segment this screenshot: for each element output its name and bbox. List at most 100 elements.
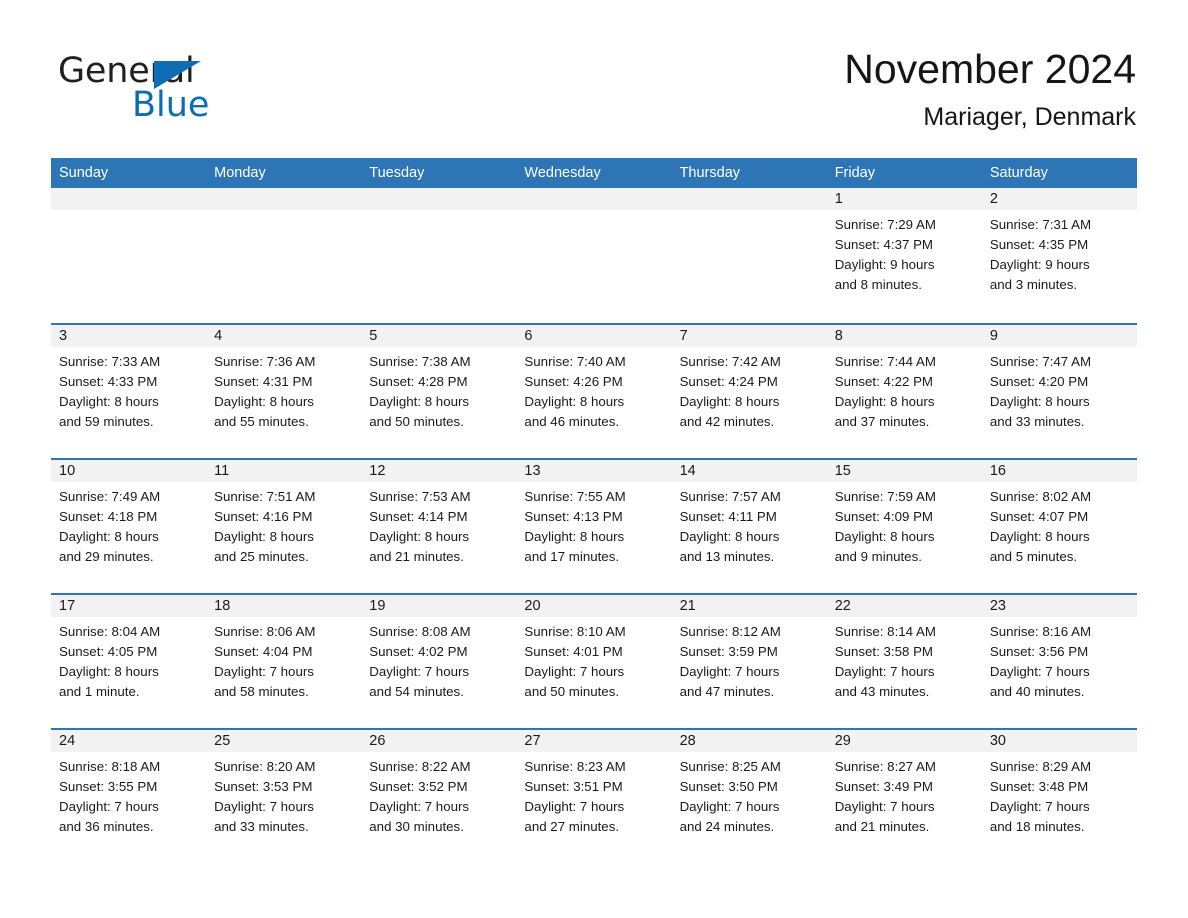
day-number-band: 7 bbox=[671, 325, 827, 347]
day-number: 20 bbox=[524, 598, 541, 614]
day-detail-line: Daylight: 7 hours bbox=[369, 664, 470, 679]
day-cell-20[interactable]: 20 Sunrise: 8:10 AM Sunset: 4:01 PM Dayligh… bbox=[516, 595, 672, 728]
day-detail-line: Sunrise: 7:40 AM bbox=[524, 354, 626, 369]
day-cell-9[interactable]: 9 Sunrise: 7:47 AM Sunset: 4:20 PM Daylight… bbox=[981, 325, 1137, 458]
day-number: 9 bbox=[989, 328, 998, 344]
day-number-band: 26 bbox=[361, 730, 517, 752]
day-details: Sunrise: 7:31 AM Sunset: 4:35 PM Daylight:… bbox=[982, 210, 1137, 295]
day-detail-line: Sunset: 4:16 PM bbox=[214, 509, 313, 524]
day-detail-line: Sunrise: 8:20 AM bbox=[214, 759, 316, 774]
day-detail-line: Daylight: 8 hours bbox=[989, 529, 1090, 544]
day-cell-1[interactable]: 1 Sunrise: 7:29 AM Sunset: 4:37 PM Daylight… bbox=[826, 188, 982, 323]
day-cell-6[interactable]: 6 Sunrise: 7:40 AM Sunset: 4:26 PM Daylight… bbox=[516, 325, 672, 458]
day-cell-7[interactable]: 7 Sunrise: 7:42 AM Sunset: 4:24 PM Daylight… bbox=[671, 325, 827, 458]
day-detail-line: and 5 minutes. bbox=[989, 549, 1078, 564]
day-detail-line: Daylight: 8 hours bbox=[989, 394, 1090, 409]
day-number-band: 29 bbox=[826, 730, 982, 752]
day-detail-line: and 21 minutes. bbox=[369, 549, 464, 564]
day-detail-line: Sunset: 4:11 PM bbox=[679, 509, 777, 524]
day-cell-10[interactable]: 10 Sunrise: 7:49 AM Sunset: 4:18 PM Dayligh… bbox=[51, 460, 207, 593]
day-cell-22[interactable]: 22 Sunrise: 8:14 AM Sunset: 3:58 PM Dayligh… bbox=[826, 595, 982, 728]
day-number-band: 14 bbox=[671, 460, 827, 482]
week-row: 10 Sunrise: 7:49 AM Sunset: 4:18 PM Dayligh… bbox=[51, 458, 1137, 593]
day-cell-14[interactable]: 14 Sunrise: 7:57 AM Sunset: 4:11 PM Dayligh… bbox=[671, 460, 827, 593]
day-cell-19[interactable]: 19 Sunrise: 8:08 AM Sunset: 4:02 PM Dayligh… bbox=[361, 595, 517, 728]
day-number-band: 20 bbox=[516, 595, 672, 617]
day-detail-line: Daylight: 7 hours bbox=[989, 799, 1090, 814]
day-cell-11[interactable]: 11 Sunrise: 7:51 AM Sunset: 4:16 PM Dayligh… bbox=[206, 460, 362, 593]
day-number: 11 bbox=[214, 463, 230, 479]
day-detail-line: Daylight: 8 hours bbox=[834, 394, 935, 409]
day-detail-line: Sunset: 4:37 PM bbox=[834, 237, 934, 252]
day-cell-18[interactable]: 18 Sunrise: 8:06 AM Sunset: 4:04 PM Dayligh… bbox=[206, 595, 362, 728]
day-cell-16[interactable]: 16 Sunrise: 8:02 AM Sunset: 4:07 PM Dayligh… bbox=[981, 460, 1137, 593]
day-detail-line: and 30 minutes. bbox=[369, 819, 464, 834]
day-detail-line: Sunset: 4:04 PM bbox=[214, 644, 313, 659]
day-detail-line: Daylight: 8 hours bbox=[524, 394, 625, 409]
day-detail-line: Daylight: 8 hours bbox=[214, 529, 314, 544]
day-detail-line: Sunrise: 7:33 AM bbox=[59, 354, 161, 369]
day-details: Sunrise: 7:40 AM Sunset: 4:26 PM Daylight:… bbox=[516, 347, 671, 432]
week-row: 17 Sunrise: 8:04 AM Sunset: 4:05 PM Dayligh… bbox=[51, 593, 1137, 728]
day-cell-27[interactable]: 27 Sunrise: 8:23 AM Sunset: 3:51 PM Dayligh… bbox=[516, 730, 672, 863]
day-details: Sunrise: 8:25 AM Sunset: 3:50 PM Daylight:… bbox=[672, 752, 827, 837]
day-detail-line: Daylight: 8 hours bbox=[369, 529, 470, 544]
day-detail-line: Sunrise: 8:18 AM bbox=[59, 759, 161, 774]
day-details: Sunrise: 8:08 AM Sunset: 4:02 PM Daylight:… bbox=[361, 617, 516, 702]
day-cell-2[interactable]: 2 Sunrise: 7:31 AM Sunset: 4:35 PM Daylight… bbox=[981, 188, 1137, 323]
day-cell-15[interactable]: 15 Sunrise: 7:59 AM Sunset: 4:09 PM Dayligh… bbox=[826, 460, 982, 593]
day-detail-line: Daylight: 8 hours bbox=[369, 394, 470, 409]
day-number-band: 12 bbox=[361, 460, 517, 482]
day-cell-5[interactable]: 5 Sunrise: 7:38 AM Sunset: 4:28 PM Daylight… bbox=[361, 325, 517, 458]
day-detail-line: Sunrise: 7:59 AM bbox=[834, 489, 936, 504]
weekday-header-thursday: Thursday bbox=[679, 165, 741, 181]
calendar-page: General Blue November 2024 Mariager, Den… bbox=[0, 0, 1188, 918]
day-details: Sunrise: 8:29 AM Sunset: 3:48 PM Daylight:… bbox=[982, 752, 1137, 837]
day-detail-line: Sunrise: 7:31 AM bbox=[989, 217, 1092, 232]
weekday-header-monday: Monday bbox=[214, 165, 266, 181]
week-row: 24 Sunrise: 8:18 AM Sunset: 3:55 PM Dayligh… bbox=[51, 728, 1137, 863]
day-detail-line: Sunrise: 7:51 AM bbox=[214, 489, 316, 504]
day-detail-line: Sunset: 3:55 PM bbox=[59, 779, 158, 794]
day-detail-line: Sunset: 3:49 PM bbox=[834, 779, 934, 794]
day-cell-30[interactable]: 30 Sunrise: 8:29 AM Sunset: 3:48 PM Dayligh… bbox=[981, 730, 1137, 863]
day-detail-line: Sunrise: 8:12 AM bbox=[679, 624, 781, 639]
day-detail-line: Sunrise: 7:53 AM bbox=[369, 489, 471, 504]
day-cell-8[interactable]: 8 Sunrise: 7:44 AM Sunset: 4:22 PM Daylight… bbox=[826, 325, 982, 458]
day-detail-line: and 40 minutes. bbox=[989, 684, 1085, 699]
day-cell-26[interactable]: 26 Sunrise: 8:22 AM Sunset: 3:52 PM Dayligh… bbox=[361, 730, 517, 863]
day-detail-line: and 43 minutes. bbox=[834, 684, 930, 699]
day-detail-line: and 27 minutes. bbox=[524, 819, 620, 834]
day-detail-line: Sunset: 3:56 PM bbox=[989, 644, 1089, 659]
day-cell-21[interactable]: 21 Sunrise: 8:12 AM Sunset: 3:59 PM Dayligh… bbox=[671, 595, 827, 728]
day-details: Sunrise: 7:42 AM Sunset: 4:24 PM Daylight:… bbox=[672, 347, 827, 432]
day-number: 30 bbox=[989, 733, 1006, 749]
day-cell-12[interactable]: 12 Sunrise: 7:53 AM Sunset: 4:14 PM Dayligh… bbox=[361, 460, 517, 593]
day-detail-line: Sunset: 3:50 PM bbox=[679, 779, 778, 794]
day-detail-line: Daylight: 7 hours bbox=[214, 799, 314, 814]
day-number-band: 27 bbox=[516, 730, 672, 752]
day-cell-25[interactable]: 25 Sunrise: 8:20 AM Sunset: 3:53 PM Dayligh… bbox=[206, 730, 362, 863]
day-detail-line: and 33 minutes. bbox=[214, 819, 309, 834]
day-cell-24[interactable]: 24 Sunrise: 8:18 AM Sunset: 3:55 PM Dayligh… bbox=[51, 730, 207, 863]
day-cell-29[interactable]: 29 Sunrise: 8:27 AM Sunset: 3:49 PM Dayligh… bbox=[826, 730, 982, 863]
day-number-band: 2 bbox=[981, 188, 1137, 210]
day-cell-empty bbox=[671, 188, 827, 323]
day-detail-line: Daylight: 7 hours bbox=[59, 799, 159, 814]
day-cell-23[interactable]: 23 Sunrise: 8:16 AM Sunset: 3:56 PM Dayligh… bbox=[981, 595, 1137, 728]
day-cell-3[interactable]: 3 Sunrise: 7:33 AM Sunset: 4:33 PM Daylight… bbox=[51, 325, 207, 458]
day-details: Sunrise: 8:16 AM Sunset: 3:56 PM Daylight:… bbox=[982, 617, 1137, 702]
day-number: 3 bbox=[59, 328, 68, 344]
day-cell-17[interactable]: 17 Sunrise: 8:04 AM Sunset: 4:05 PM Dayligh… bbox=[51, 595, 207, 728]
day-cell-4[interactable]: 4 Sunrise: 7:36 AM Sunset: 4:31 PM Daylight… bbox=[206, 325, 362, 458]
day-detail-line: Sunrise: 8:16 AM bbox=[989, 624, 1092, 639]
day-detail-line: and 46 minutes. bbox=[524, 414, 620, 429]
day-cell-28[interactable]: 28 Sunrise: 8:25 AM Sunset: 3:50 PM Dayligh… bbox=[671, 730, 827, 863]
brand-logo[interactable]: General Blue bbox=[58, 52, 318, 130]
day-detail-line: and 58 minutes. bbox=[214, 684, 309, 699]
day-cell-empty bbox=[51, 188, 207, 323]
weekday-header-saturday: Saturday bbox=[989, 165, 1048, 181]
day-cell-13[interactable]: 13 Sunrise: 7:55 AM Sunset: 4:13 PM Dayligh… bbox=[516, 460, 672, 593]
day-detail-line: and 33 minutes. bbox=[989, 414, 1085, 429]
day-number: 25 bbox=[214, 733, 231, 749]
